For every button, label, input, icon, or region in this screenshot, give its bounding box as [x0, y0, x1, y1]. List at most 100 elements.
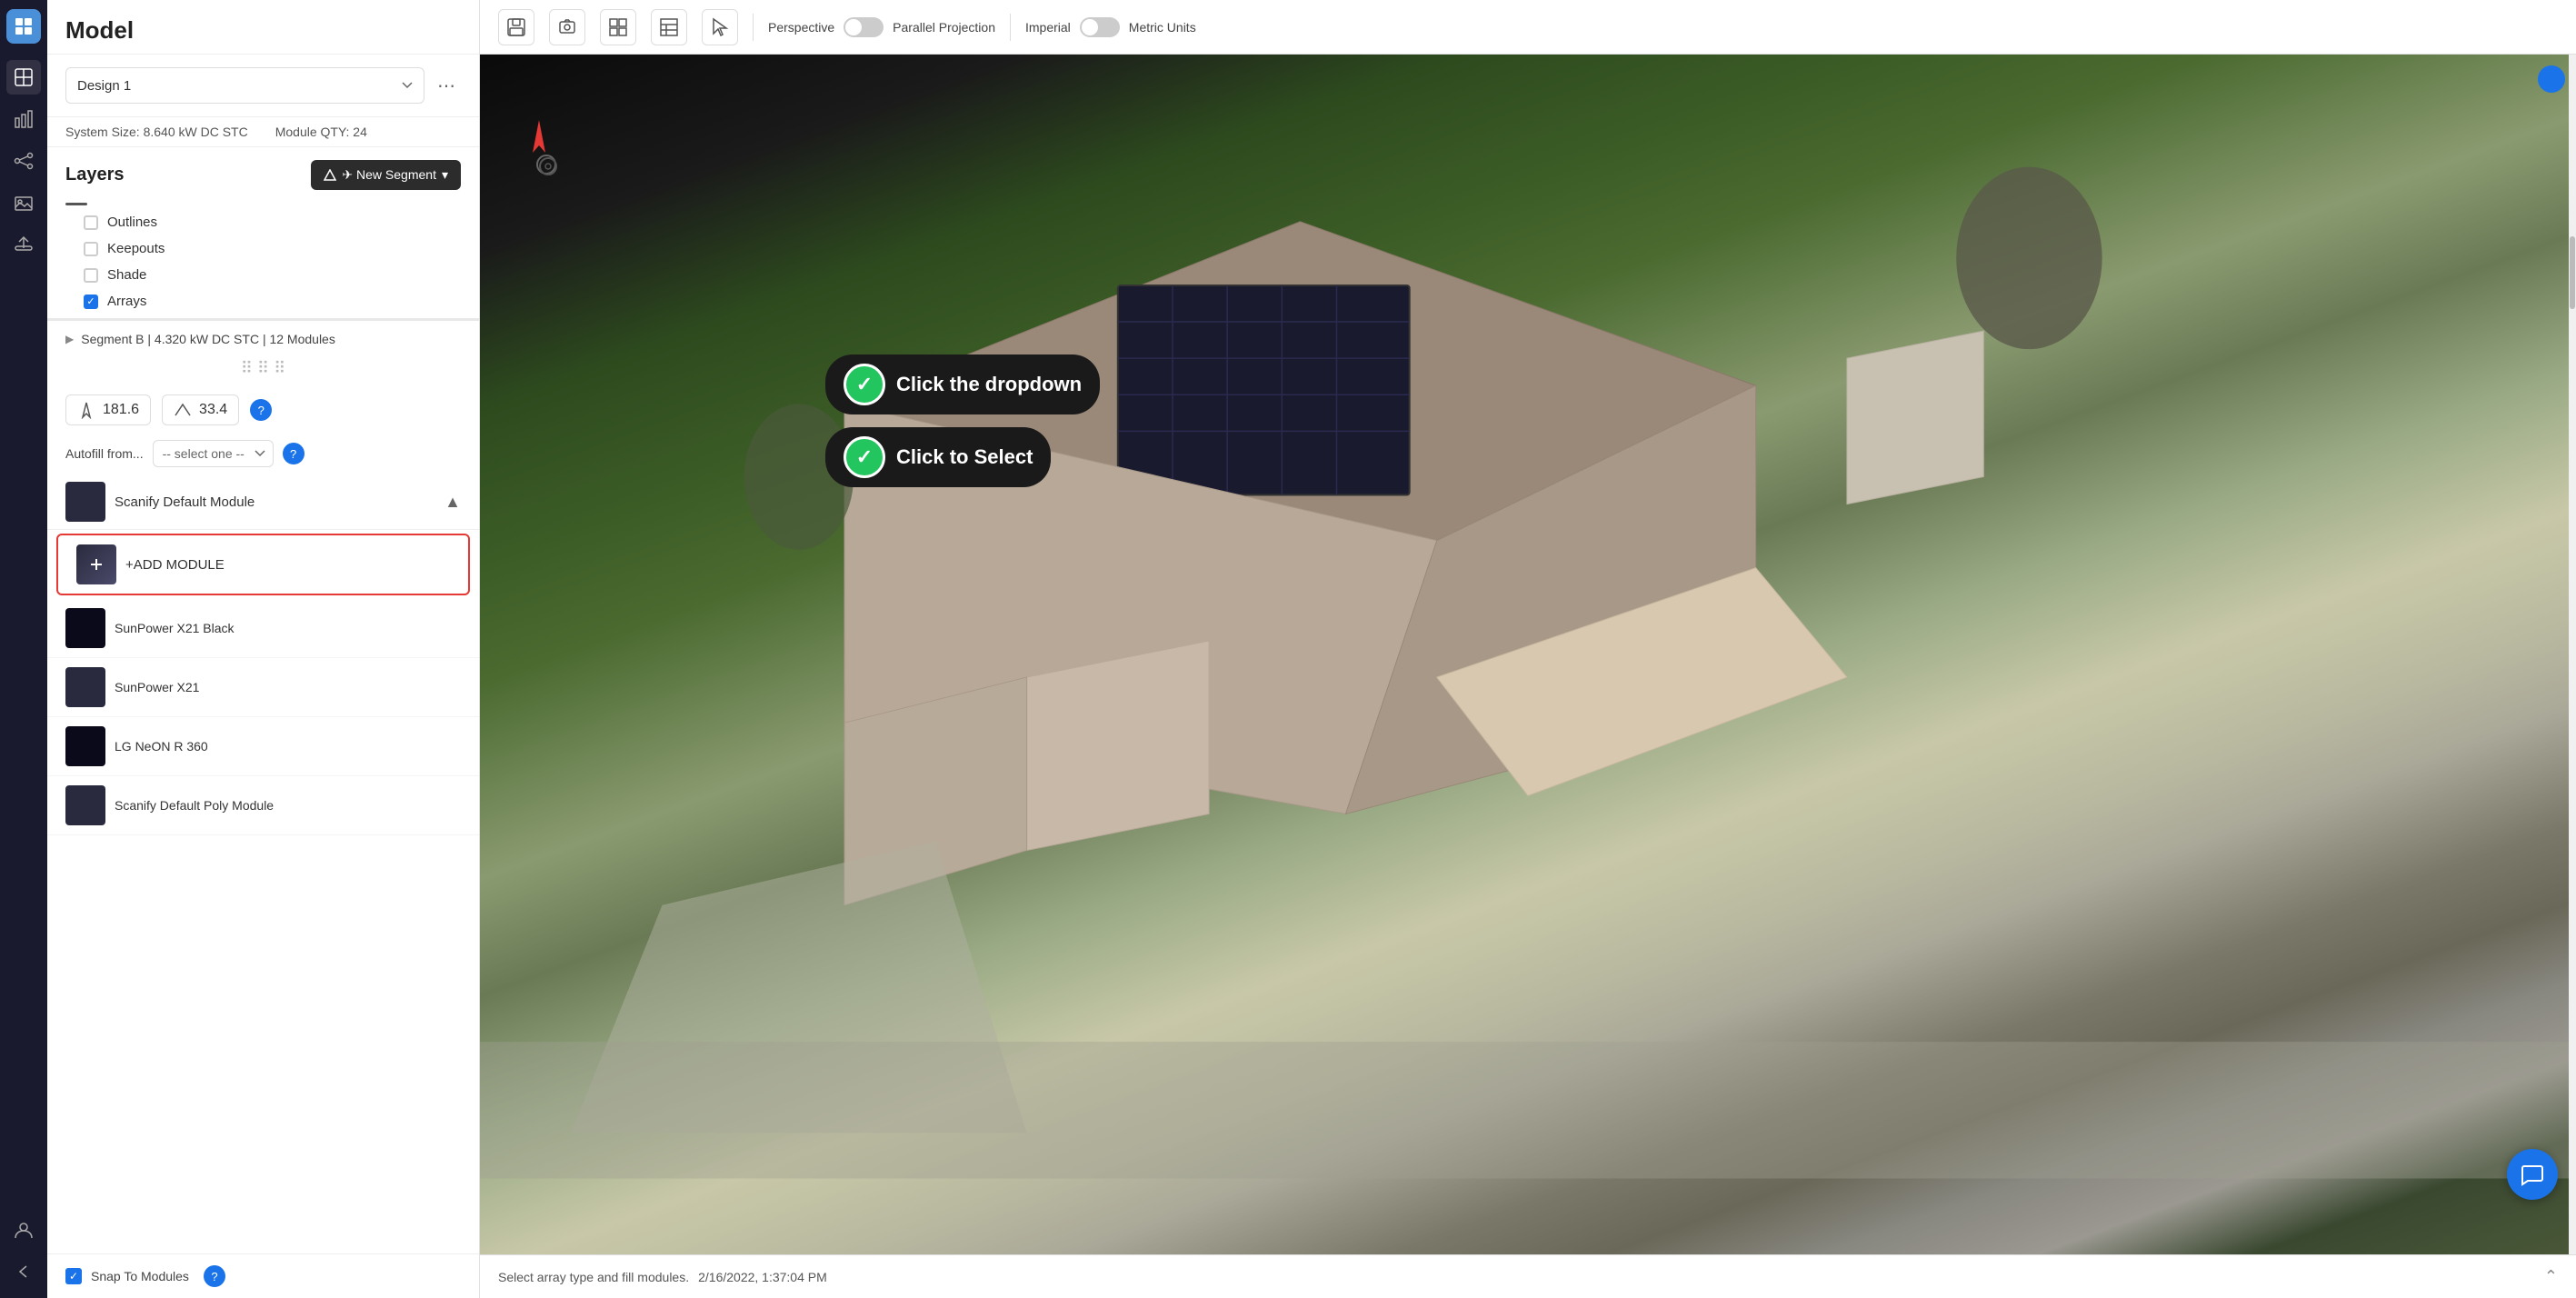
help-icon-snap[interactable]: ? — [204, 1265, 225, 1287]
module-name-sunpower: SunPower X21 — [115, 680, 199, 694]
panel-title: Model — [65, 16, 134, 44]
module-thumbnail-scanify-poly — [65, 785, 105, 825]
azimuth-box: 181.6 — [65, 394, 151, 425]
autofill-select[interactable]: -- select one -- — [153, 440, 274, 467]
snap-checkbox[interactable]: ✓ — [65, 1268, 82, 1284]
panel-header: Model — [47, 0, 479, 55]
add-module-row[interactable]: +ADD MODULE — [56, 534, 470, 595]
module-current-name: Scanify Default Module — [115, 494, 435, 510]
table-button[interactable] — [651, 9, 687, 45]
module-thumbnail-sunpower-black — [65, 608, 105, 648]
nav-icon-model[interactable] — [6, 60, 41, 95]
layers-list: Outlines Keepouts Shade Arrays ▶ Segment… — [47, 199, 479, 387]
status-expand-icon[interactable]: ⌃ — [2544, 1267, 2558, 1286]
chat-bubble-button[interactable] — [2507, 1149, 2558, 1200]
layer-label-arrays: Arrays — [107, 294, 146, 309]
toolbar: Perspective Parallel Projection Imperial… — [480, 0, 2576, 55]
imperial-label: Imperial — [1025, 20, 1071, 35]
layer-item-keepouts: Keepouts — [47, 235, 479, 262]
metric-label: Metric Units — [1129, 20, 1196, 35]
add-module-thumbnail — [76, 544, 116, 584]
drag-handle[interactable]: ⠿ ⠿ ⠿ — [47, 354, 479, 384]
design-selector-row: Design 1 ⋯ — [47, 55, 479, 117]
module-list-item-sunpower-black[interactable]: SunPower X21 Black — [47, 599, 479, 658]
status-message: Select array type and fill modules. — [498, 1270, 689, 1284]
status-bar: Select array type and fill modules. 2/16… — [480, 1254, 2576, 1298]
azimuth-value[interactable]: 181.6 — [103, 402, 139, 418]
layer-checkbox-keepouts[interactable] — [84, 242, 98, 256]
layer-checkbox-outlines[interactable] — [84, 215, 98, 230]
app-logo[interactable] — [6, 9, 41, 44]
module-thumbnail-lg — [65, 726, 105, 766]
module-list-item-sunpower[interactable]: SunPower X21 — [47, 658, 479, 717]
azimuth-row: 181.6 33.4 ? — [47, 387, 479, 433]
module-list-item-scanify-poly[interactable]: Scanify Default Poly Module — [47, 776, 479, 835]
module-thumbnail-sunpower — [65, 667, 105, 707]
annotation-check-dropdown: ✓ — [844, 364, 885, 405]
module-name-scanify-poly: Scanify Default Poly Module — [115, 798, 274, 813]
nav-icon-user[interactable] — [6, 1213, 41, 1247]
layer-checkbox-arrays[interactable] — [84, 295, 98, 309]
azimuth-icon — [77, 401, 95, 419]
layers-title: Layers — [65, 165, 125, 185]
system-info: System Size: 8.640 kW DC STC Module QTY:… — [47, 117, 479, 147]
layer-item-shade: Shade — [47, 262, 479, 288]
annotation-select-text: Click to Select — [896, 445, 1033, 469]
nav-icon-share[interactable] — [6, 144, 41, 178]
module-collapse-button[interactable]: ▲ — [444, 493, 461, 512]
target-circle — [536, 155, 556, 175]
grid-button[interactable] — [600, 9, 636, 45]
pitch-value[interactable]: 33.4 — [199, 402, 227, 418]
layer-label-keepouts: Keepouts — [107, 241, 165, 256]
module-name-lg: LG NeON R 360 — [115, 739, 208, 754]
icon-sidebar — [0, 0, 47, 1298]
perspective-toggle-group: Perspective Parallel Projection — [768, 17, 995, 37]
help-icon-autofill[interactable]: ? — [283, 443, 305, 464]
layers-header: Layers ✈ New Segment ▾ — [47, 147, 479, 199]
capture-button[interactable] — [549, 9, 585, 45]
annotation-dropdown: ✓ Click the dropdown — [825, 354, 1100, 414]
design-selector[interactable]: Design 1 — [65, 67, 424, 104]
segment-chevron: ▶ — [65, 333, 74, 345]
segment-row[interactable]: ▶ Segment B | 4.320 kW DC STC | 12 Modul… — [47, 324, 479, 354]
toolbar-divider-2 — [1010, 14, 1011, 41]
module-list-item-lg[interactable]: LG NeON R 360 — [47, 717, 479, 776]
snap-to-modules-label: Snap To Modules — [91, 1269, 189, 1283]
layer-item-outlines: Outlines — [47, 209, 479, 235]
module-qty-label: Module QTY: 24 — [275, 125, 367, 139]
view-canvas[interactable]: ✓ Click the dropdown ✓ Click to Select — [480, 55, 2576, 1254]
cursor-button[interactable] — [702, 9, 738, 45]
layer-checkbox-shade[interactable] — [84, 268, 98, 283]
nav-icon-back[interactable] — [6, 1254, 41, 1289]
blue-dot-indicator — [2538, 65, 2565, 93]
panel-sidebar: Model Design 1 ⋯ System Size: 8.640 kW D… — [47, 0, 480, 1298]
pitch-box: 33.4 — [162, 394, 239, 425]
status-timestamp: 2/16/2022, 1:37:04 PM — [698, 1270, 827, 1284]
autofill-label: Autofill from... — [65, 446, 144, 461]
perspective-label: Perspective — [768, 20, 834, 35]
new-segment-button[interactable]: ✈ New Segment ▾ — [311, 160, 461, 190]
help-icon-azimuth[interactable]: ? — [250, 399, 272, 421]
autofill-row: Autofill from... -- select one -- ? — [47, 433, 479, 474]
module-dropdown-header[interactable]: Scanify Default Module ▲ — [47, 474, 479, 530]
module-default-thumbnail — [65, 482, 105, 522]
parallel-label: Parallel Projection — [893, 20, 995, 35]
annotation-dropdown-text: Click the dropdown — [896, 373, 1082, 396]
save-button[interactable] — [498, 9, 534, 45]
add-module-label: +ADD MODULE — [125, 557, 225, 573]
annotation-check-select: ✓ — [844, 436, 885, 478]
layer-label-shade: Shade — [107, 267, 146, 283]
module-name-sunpower-black: SunPower X21 Black — [115, 621, 235, 635]
scrollbar-thumb[interactable] — [2570, 236, 2575, 309]
units-toggle[interactable] — [1080, 17, 1120, 37]
nav-icon-chart[interactable] — [6, 102, 41, 136]
toolbar-divider-1 — [753, 14, 754, 41]
segment-label: Segment B | 4.320 kW DC STC | 12 Modules — [81, 332, 335, 346]
scrollbar-track — [2569, 55, 2576, 1254]
more-options-button[interactable]: ⋯ — [432, 71, 461, 100]
layer-item-arrays: Arrays — [47, 288, 479, 315]
nav-icon-gallery[interactable] — [6, 185, 41, 220]
perspective-toggle[interactable] — [844, 17, 884, 37]
units-toggle-group: Imperial Metric Units — [1025, 17, 1196, 37]
nav-icon-upload[interactable] — [6, 227, 41, 262]
